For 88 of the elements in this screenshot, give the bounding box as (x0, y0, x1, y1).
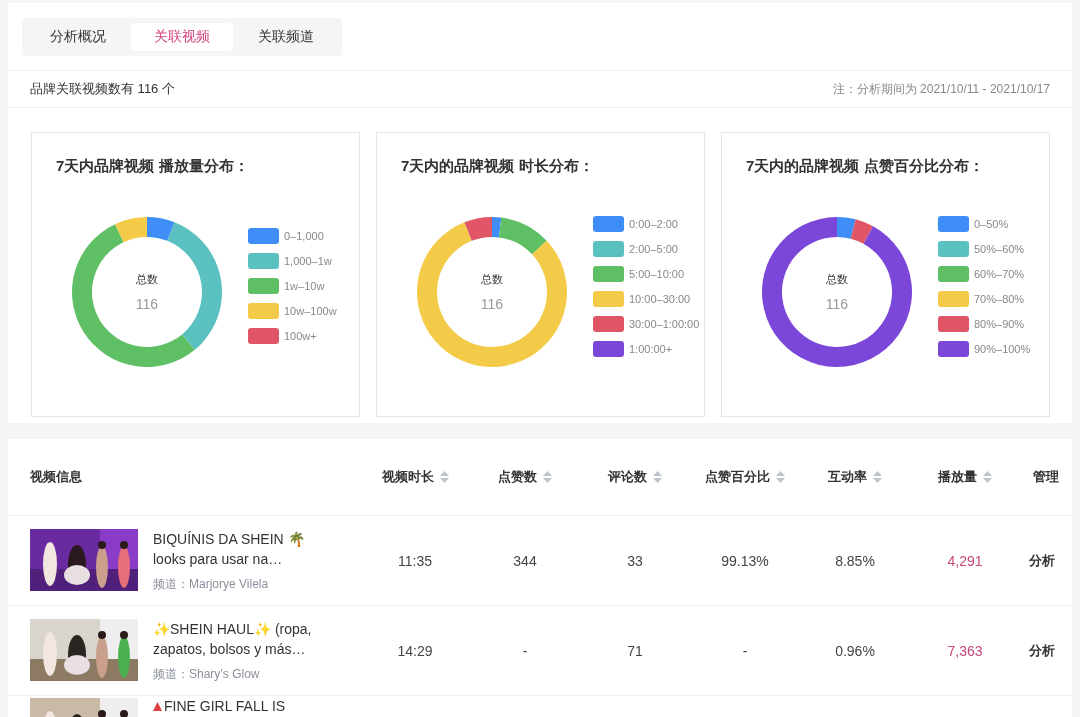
center-value: 116 (480, 296, 504, 312)
engagement-cell-text: 8.85% (834, 552, 876, 569)
center-label: 总数 (826, 272, 848, 287)
column-header[interactable]: 点赞数 (470, 468, 580, 486)
legend-swatch (248, 278, 279, 294)
engagement-cell-text: 0.96% (834, 642, 876, 659)
legend-swatch (938, 265, 969, 282)
legend-label: 5:00–10:00 (629, 267, 685, 280)
legend-swatch (938, 215, 969, 232)
legend-label: 30:00–1:00:00 (629, 317, 700, 330)
likes-cell-text: - (521, 642, 529, 659)
column-header: 管理 (1032, 468, 1060, 486)
legend-swatch (938, 340, 969, 357)
legend-label: 0–50% (974, 217, 1009, 230)
column-header[interactable]: 视频时长 (360, 468, 470, 486)
column-header: 视频信息 (30, 468, 83, 486)
sort-icon[interactable] (653, 471, 662, 483)
sort-icon[interactable] (776, 471, 785, 483)
legend-label: 100w+ (284, 330, 317, 342)
legend-swatch (593, 315, 624, 332)
chart-title: 7天内的品牌视频 时长分布： (401, 157, 595, 176)
legend-label: 1w–10w (284, 280, 325, 292)
legend-swatch (593, 240, 624, 257)
column-label: 互动率 (828, 468, 867, 486)
center-label: 总数 (481, 272, 503, 287)
center-value: 116 (825, 296, 849, 312)
like-ratio-cell-text: 99.13% (720, 552, 770, 569)
views-cell-text: 4,291 (946, 552, 984, 569)
comments-cell-text: 71 (626, 642, 644, 659)
duration-cell-text: 11:35 (397, 552, 433, 569)
legend-label: 50%–60% (974, 242, 1025, 255)
sort-icon[interactable] (873, 471, 882, 483)
video-title[interactable]: ✨SHEIN HAUL✨ (ropa, zapatos, bolsos y más… (153, 618, 333, 659)
comments-cell-text: 33 (626, 552, 644, 569)
channel-name: 频道：Marjorye Vilela (153, 575, 270, 593)
legend-label: 0:00–2:00 (629, 217, 678, 230)
column-label: 点赞百分比 (705, 468, 770, 486)
column-label: 视频时长 (381, 468, 434, 486)
analyze-link[interactable]: 分析 (1023, 640, 1061, 661)
legend-swatch (248, 228, 279, 244)
column-header[interactable]: 互动率 (800, 468, 910, 486)
column-header[interactable]: 点赞百分比 (690, 468, 800, 486)
sort-icon[interactable] (439, 471, 449, 483)
legend-swatch (248, 303, 279, 319)
legend-label: 0–1,000 (284, 230, 324, 242)
likes-cell-text: 344 (512, 552, 538, 569)
views-cell-text: 7,363 (946, 642, 984, 659)
legend-label: 2:00–5:00 (629, 242, 678, 255)
channel-name: 频道：Shary’s Glow (153, 665, 261, 683)
legend-swatch (593, 340, 624, 357)
column-label: 播放量 (938, 468, 977, 486)
column-header[interactable]: 评论数 (580, 468, 690, 486)
legend-swatch (593, 265, 624, 282)
legend-swatch (593, 215, 624, 232)
tab[interactable]: 关联频道 (235, 23, 337, 51)
column-header[interactable]: 播放量 (910, 468, 1020, 486)
chart-title: 7天内品牌视频 播放量分布： (56, 157, 250, 176)
legend-label: 10:00–30:00 (629, 292, 691, 305)
column-label: 评论数 (608, 468, 647, 486)
legend-label: 70%–80% (974, 292, 1025, 305)
video-count-summary: 品牌关联视频数有 116 个 (30, 80, 175, 98)
sort-icon[interactable] (983, 471, 992, 483)
legend-label: 80%–90% (974, 317, 1025, 330)
like-ratio-cell-text: - (741, 642, 749, 659)
analyze-link[interactable]: 分析 (1023, 550, 1061, 571)
period-note: 注：分析期间为 2021/10/11 - 2021/10/17 (832, 80, 1050, 98)
legend-swatch (248, 253, 279, 269)
sort-icon[interactable] (543, 471, 552, 483)
center-value: 116 (135, 296, 159, 312)
legend-label: 10w–100w (284, 305, 337, 317)
tab[interactable]: 分析概况 (27, 23, 129, 51)
legend-swatch (593, 290, 624, 307)
legend-swatch (938, 290, 969, 307)
legend-swatch (938, 315, 969, 332)
tab[interactable]: 关联视频 (131, 23, 233, 51)
legend-label: 1,000–1w (284, 255, 332, 267)
chart-title: 7天内的品牌视频 点赞百分比分布： (746, 157, 985, 176)
legend-label: 1:00:00+ (629, 342, 673, 355)
duration-cell-text: 14:29 (396, 642, 434, 659)
legend-swatch (248, 328, 279, 344)
legend-label: 60%–70% (974, 267, 1025, 280)
legend-swatch (938, 240, 969, 257)
center-label: 总数 (136, 272, 158, 287)
video-title[interactable]: FINE GIRL FALL IS (153, 698, 333, 714)
video-title[interactable]: BIQUÍNIS DA SHEIN 🌴 looks para usar na… (153, 528, 333, 569)
legend-label: 90%–100% (974, 342, 1031, 355)
triangle-icon (153, 702, 162, 711)
column-label: 点赞数 (498, 468, 537, 486)
